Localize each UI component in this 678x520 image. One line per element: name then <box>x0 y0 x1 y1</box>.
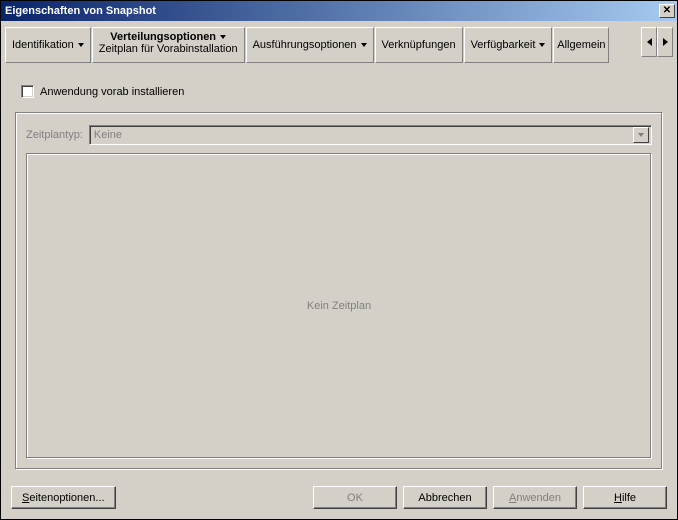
tab-label: Verfügbarkeit <box>471 39 536 51</box>
tab-verfuegbarkeit[interactable]: Verfügbarkeit <box>464 27 553 63</box>
tab-label: Ausführungsoptionen <box>253 39 357 51</box>
page-options-button[interactable]: Seitenoptionen... <box>11 486 116 509</box>
preinstall-label: Anwendung vorab installieren <box>40 86 184 98</box>
button-label: Seitenoptionen... <box>22 492 105 504</box>
tab-ausfuehrungsoptionen[interactable]: Ausführungsoptionen <box>246 27 374 63</box>
apply-button: Anwenden <box>493 486 577 509</box>
cancel-button[interactable]: Abbrechen <box>403 486 487 509</box>
chevron-down-icon <box>361 43 367 47</box>
tab-nav <box>641 27 673 63</box>
schedule-group: Zeitplantyp: Keine Kein Zeitplan <box>15 112 663 470</box>
chevron-left-icon <box>647 38 652 46</box>
close-icon: ✕ <box>663 6 671 16</box>
schedule-type-label: Zeitplantyp: <box>26 129 83 141</box>
chevron-down-icon <box>220 35 226 39</box>
tab-identifikation[interactable]: Identifikation <box>5 27 91 63</box>
preinstall-checkbox[interactable] <box>21 85 34 98</box>
chevron-down-icon <box>78 43 84 47</box>
button-label: Hilfe <box>614 492 636 504</box>
schedule-type-value: Keine <box>94 129 633 141</box>
tab-label: Verknüpfungen <box>382 39 456 51</box>
chevron-right-icon <box>663 38 668 46</box>
button-bar: Seitenoptionen... OK Abbrechen Anwenden … <box>1 478 677 519</box>
tab-verteilungsoptionen[interactable]: Verteilungsoptionen Zeitplan für Vorabin… <box>92 27 245 63</box>
tab-label: Verteilungsoptionen <box>110 31 216 43</box>
tab-sublabel: Zeitplan für Vorabinstallation <box>99 43 238 55</box>
schedule-panel: Kein Zeitplan <box>26 153 652 459</box>
tab-verknuepfungen[interactable]: Verknüpfungen <box>375 27 463 63</box>
schedule-type-dropdown: Keine <box>89 125 652 145</box>
tab-allgemein[interactable]: Allgemein <box>553 27 609 63</box>
titlebar: Eigenschaften von Snapshot ✕ <box>1 1 677 21</box>
button-label: Abbrechen <box>418 492 471 504</box>
close-button[interactable]: ✕ <box>659 4 675 18</box>
properties-window: Eigenschaften von Snapshot ✕ Identifikat… <box>0 0 678 520</box>
chevron-down-icon <box>539 43 545 47</box>
button-label: Anwenden <box>509 492 561 504</box>
help-button[interactable]: Hilfe <box>583 486 667 509</box>
tab-strip: Identifikation Verteilungsoptionen Zeitp… <box>1 21 677 63</box>
chevron-down-icon <box>638 133 644 137</box>
dropdown-button <box>633 127 649 143</box>
ok-button: OK <box>313 486 397 509</box>
tab-label: Allgemein <box>557 39 605 51</box>
window-title: Eigenschaften von Snapshot <box>5 5 659 17</box>
tab-label: Identifikation <box>12 39 74 51</box>
tab-scroll-left-button[interactable] <box>641 27 657 57</box>
preinstall-row: Anwendung vorab installieren <box>21 85 663 98</box>
tab-scroll-right-button[interactable] <box>657 27 673 57</box>
tab-content: Anwendung vorab installieren Zeitplantyp… <box>1 63 677 478</box>
schedule-type-row: Zeitplantyp: Keine <box>26 125 652 145</box>
schedule-empty-text: Kein Zeitplan <box>307 300 371 312</box>
button-label: OK <box>347 492 363 504</box>
